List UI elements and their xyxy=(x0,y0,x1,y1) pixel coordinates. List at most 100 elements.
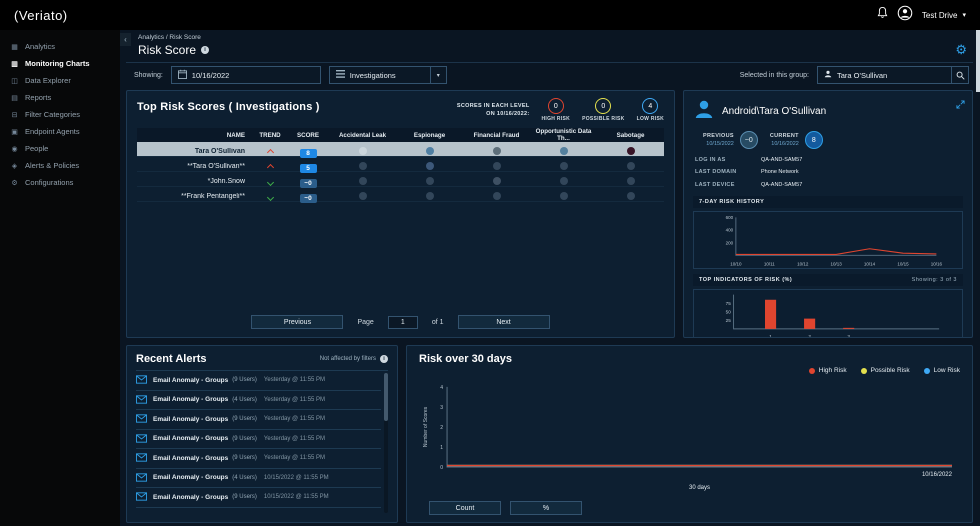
table-row[interactable]: **Tara O'Sullivan** 5 xyxy=(137,157,664,173)
financial-fraud-dot xyxy=(492,192,501,200)
email-envelope-icon xyxy=(136,430,151,448)
alert-list-item[interactable]: Email Anomaly - Groups (4 Users) Yesterday… xyxy=(136,391,381,410)
financial-fraud-dot xyxy=(492,162,501,170)
svg-text:400: 400 xyxy=(726,227,734,232)
sidebar-item-filter-categories[interactable]: ⊟ Filter Categories xyxy=(0,106,120,123)
sidebar-item-configurations[interactable]: ⚙ Configurations xyxy=(0,174,120,191)
date-value: 10/16/2022 xyxy=(191,70,230,80)
alerts-list: Email Anomaly - Groups (9 Users) Yesterday… xyxy=(136,370,388,515)
svg-text:600: 600 xyxy=(726,215,734,220)
svg-text:10/11: 10/11 xyxy=(764,261,775,266)
accidental-leak-dot xyxy=(358,192,367,200)
alert-list-item[interactable]: Email Anomaly - Groups (9 Users) Yesterday… xyxy=(136,430,381,449)
user-avatar-icon[interactable] xyxy=(897,5,913,26)
chevron-down-icon[interactable]: ▾ xyxy=(962,11,966,19)
table-row[interactable]: Tara O'Sullivan 8 xyxy=(137,142,664,158)
selected-user-name: Android\Tara O'Sullivan xyxy=(722,106,827,117)
sabotage-dot xyxy=(626,192,635,200)
info-icon[interactable]: i xyxy=(380,355,388,363)
alert-list-item[interactable]: Email Anomaly - Groups (4 Users) 10/15/202… xyxy=(136,469,381,488)
notifications-bell-icon[interactable] xyxy=(877,6,888,24)
email-envelope-icon xyxy=(136,410,151,428)
possible-risk-count: 0 POSSIBLE RISK xyxy=(582,98,625,122)
next-page-button[interactable]: Next xyxy=(457,315,550,329)
search-icon[interactable] xyxy=(951,67,968,83)
svg-text:2: 2 xyxy=(808,334,811,338)
group-value: Investigations xyxy=(349,70,396,80)
percent-button[interactable]: % xyxy=(510,501,582,515)
sidebar-item-reports[interactable]: ▤ Reports xyxy=(0,89,120,106)
seven-day-risk-history-chart: 200 400 600 10/10 10/11 10/12 10/13 10/14 10/15 1… xyxy=(693,210,963,269)
low-risk-count: 4 LOW RISK xyxy=(637,98,664,122)
sidebar-item-alerts-policies[interactable]: ◈ Alerts & Policies xyxy=(0,157,120,174)
topbar: (Veriato) Test Drive ▾ xyxy=(0,0,980,30)
previous-page-button[interactable]: Previous xyxy=(251,315,344,329)
calendar-icon xyxy=(177,69,187,81)
alert-list-item[interactable]: Email Anomaly - Groups (9 Users) Yesterday… xyxy=(136,410,381,430)
high-risk-count: 0 HIGH RISK xyxy=(542,98,571,122)
sidebar-item-data-explorer[interactable]: ◫ Data Explorer xyxy=(0,72,120,89)
group-dropdown[interactable]: Investigations ▾ xyxy=(328,66,447,84)
alert-list-item[interactable]: Email Anomaly - Groups (9 Users) Yesterday… xyxy=(136,449,381,469)
svg-text:1: 1 xyxy=(769,334,772,338)
opportunistic-dot xyxy=(559,177,568,185)
user-name: Tara O'Sullivan xyxy=(194,147,245,155)
email-envelope-icon xyxy=(136,488,151,506)
svg-text:10/10: 10/10 xyxy=(730,261,742,266)
settings-gear-icon[interactable]: ⚙ xyxy=(955,42,967,58)
panel-title: Risk over 30 days xyxy=(419,353,512,365)
current-score: CURRENT 10/16/2022 8 xyxy=(770,131,823,149)
panel-title: Recent Alerts xyxy=(136,353,207,365)
page-title: Risk Score xyxy=(138,43,197,57)
expand-icon[interactable] xyxy=(956,96,965,114)
sabotage-dot xyxy=(626,147,635,155)
info-icon[interactable]: i xyxy=(201,46,210,54)
accidental-leak-dot xyxy=(358,177,367,185)
table-header: NAME TREND SCORE Accidental Leak Espiona… xyxy=(137,128,664,142)
risk-scores-table: NAME TREND SCORE Accidental Leak Espiona… xyxy=(137,128,664,311)
recent-alerts-panel: Recent Alerts Not affected by filters i … xyxy=(126,345,398,523)
table-row[interactable]: *John.Snow ~0 xyxy=(137,172,664,188)
alert-list-item[interactable]: Email Anomaly - Groups (9 Users) 10/15/202… xyxy=(136,488,381,508)
svg-text:10/16: 10/16 xyxy=(931,261,943,266)
date-picker[interactable]: 10/16/2022 xyxy=(170,66,321,84)
last-domain-row: LAST DOMAIN Phone Network xyxy=(695,169,799,176)
sidebar-item-people[interactable]: ◉ People xyxy=(0,140,120,157)
svg-text:10/15: 10/15 xyxy=(897,261,909,266)
alert-list-item[interactable]: Email Anomaly - Groups (9 Users) Yesterday… xyxy=(136,371,381,391)
current-score-badge: 8 xyxy=(804,131,823,149)
alerts-scrollbar[interactable] xyxy=(384,373,388,513)
svg-text:75: 75 xyxy=(726,301,732,306)
filter-categories-icon: ⊟ xyxy=(11,111,18,119)
accidental-leak-dot xyxy=(358,162,367,170)
alerts-policies-icon: ◈ xyxy=(11,162,18,170)
page-number-input[interactable]: 1 xyxy=(387,315,418,329)
email-envelope-icon xyxy=(136,469,151,487)
user-avatar-icon xyxy=(693,98,715,125)
table-row[interactable]: **Frank Pentangeli** ~0 xyxy=(137,187,664,203)
user-menu[interactable]: Test Drive xyxy=(922,11,958,20)
previous-score-badge: ~0 xyxy=(739,131,758,149)
risk-history-header: 7-DAY RISK HISTORY xyxy=(693,195,963,208)
sidebar-collapse-button[interactable]: ‹ xyxy=(120,33,131,46)
count-button[interactable]: Count xyxy=(429,501,501,515)
showing-label: Showing: xyxy=(134,71,163,79)
page-scrollbar[interactable] xyxy=(976,30,980,526)
sidebar-item-analytics[interactable]: ▦ Analytics xyxy=(0,38,120,55)
legend-high-risk: High Risk xyxy=(808,367,847,374)
chevron-down-icon[interactable]: ▾ xyxy=(429,67,446,83)
sidebar: ▦ Analytics ▥ Monitoring Charts ◫ Data Expl… xyxy=(0,30,120,526)
breadcrumb: Analytics / Risk Score xyxy=(138,34,201,41)
legend-low-risk: Low Risk xyxy=(923,367,960,374)
svg-text:10/14: 10/14 xyxy=(864,261,876,266)
legend-possible-risk: Possible Risk xyxy=(860,367,910,374)
svg-text:3: 3 xyxy=(847,334,850,338)
page-label: Page xyxy=(357,318,374,326)
configurations-icon: ⚙ xyxy=(11,179,18,187)
sidebar-item-endpoint-agents[interactable]: ▣ Endpoint Agents xyxy=(0,123,120,140)
endpoint-agents-icon: ▣ xyxy=(11,128,18,136)
people-icon: ◉ xyxy=(11,145,18,153)
top-indicators-header: TOP INDICATORS OF RISK (%) Showing: 3 of… xyxy=(693,273,963,286)
selected-user-search[interactable]: Tara O'Sullivan xyxy=(817,66,969,84)
sidebar-item-monitoring-charts[interactable]: ▥ Monitoring Charts xyxy=(0,55,120,72)
